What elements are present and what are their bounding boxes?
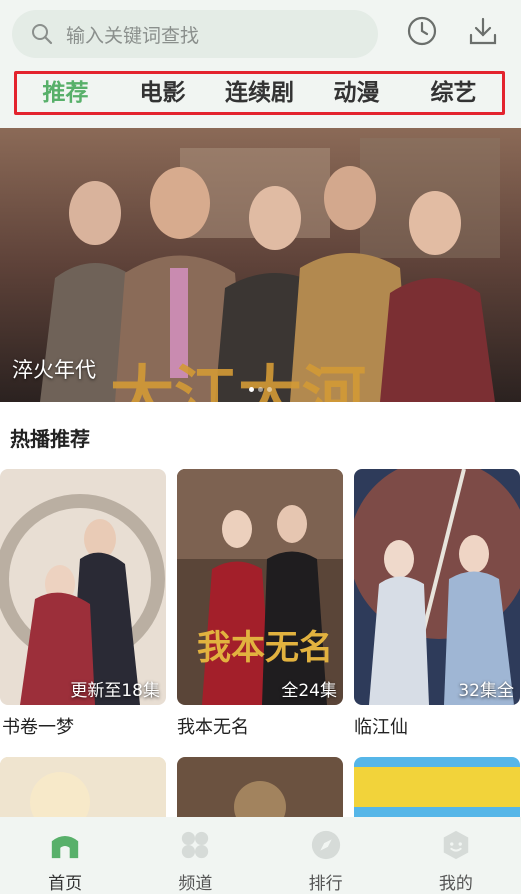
top-header: 输入关键词查找 推荐 电影 连续剧 动漫 综艺 [0, 0, 521, 128]
video-card[interactable]: 32集全 临江仙 [354, 469, 520, 739]
poster-image [0, 469, 166, 705]
poster: 更新至18集 [0, 469, 166, 705]
nav-ranking[interactable]: 排行 [261, 817, 391, 894]
search-icon [32, 24, 53, 45]
clock-icon [407, 16, 437, 46]
home-icon [51, 836, 79, 859]
bottom-navigation: 首页 频道 排行 我的 [0, 817, 521, 894]
poster: 32集全 [354, 469, 520, 705]
nav-channels[interactable]: 频道 [130, 817, 260, 894]
video-card-partial[interactable] [354, 757, 520, 819]
category-tabs: 推荐 电影 连续剧 动漫 综艺 [14, 71, 505, 115]
poster: 我本无名 全24集 [177, 469, 343, 705]
episode-badge: 32集全 [458, 681, 514, 701]
poster-image [354, 757, 520, 819]
tab-variety[interactable]: 综艺 [405, 74, 502, 112]
search-bar[interactable]: 输入关键词查找 [12, 10, 378, 58]
nav-label: 我的 [438, 874, 473, 894]
download-button[interactable] [466, 14, 500, 48]
tab-movies[interactable]: 电影 [114, 74, 211, 112]
video-card-partial[interactable] [177, 757, 343, 819]
nav-profile[interactable]: 我的 [391, 817, 521, 894]
download-icon [469, 17, 497, 45]
search-placeholder: 输入关键词查找 [66, 24, 200, 47]
nav-label: 频道 [178, 874, 213, 894]
video-card[interactable]: 我本无名 全24集 我本无名 [177, 469, 343, 739]
video-title: 书卷一梦 [2, 717, 74, 738]
section-title: 热播推荐 [10, 427, 90, 451]
poster-image: 我本无名 [177, 469, 343, 705]
poster-image [354, 469, 520, 705]
tab-series[interactable]: 连续剧 [211, 74, 308, 112]
video-title: 临江仙 [354, 717, 408, 738]
episode-badge: 全24集 [281, 681, 337, 701]
poster-image [0, 757, 166, 819]
profile-icon [443, 830, 469, 860]
poster-image [177, 757, 343, 819]
tab-recommend[interactable]: 推荐 [17, 74, 114, 112]
grid-icon [182, 831, 209, 859]
video-title: 我本无名 [177, 717, 249, 738]
hero-banner[interactable]: 大江大河 淬火年代 [0, 128, 521, 402]
video-card[interactable]: 更新至18集 书卷一梦 [0, 469, 166, 739]
nav-home[interactable]: 首页 [0, 817, 130, 894]
compass-icon [311, 830, 340, 860]
history-button[interactable] [405, 14, 439, 48]
nav-label: 首页 [48, 874, 83, 894]
episode-badge: 更新至18集 [70, 681, 160, 701]
nav-label: 排行 [308, 874, 343, 894]
video-card-partial[interactable] [0, 757, 166, 819]
carousel-indicator [0, 377, 521, 396]
svg-text:我本无名: 我本无名 [197, 628, 333, 668]
tab-anime[interactable]: 动漫 [308, 74, 405, 112]
